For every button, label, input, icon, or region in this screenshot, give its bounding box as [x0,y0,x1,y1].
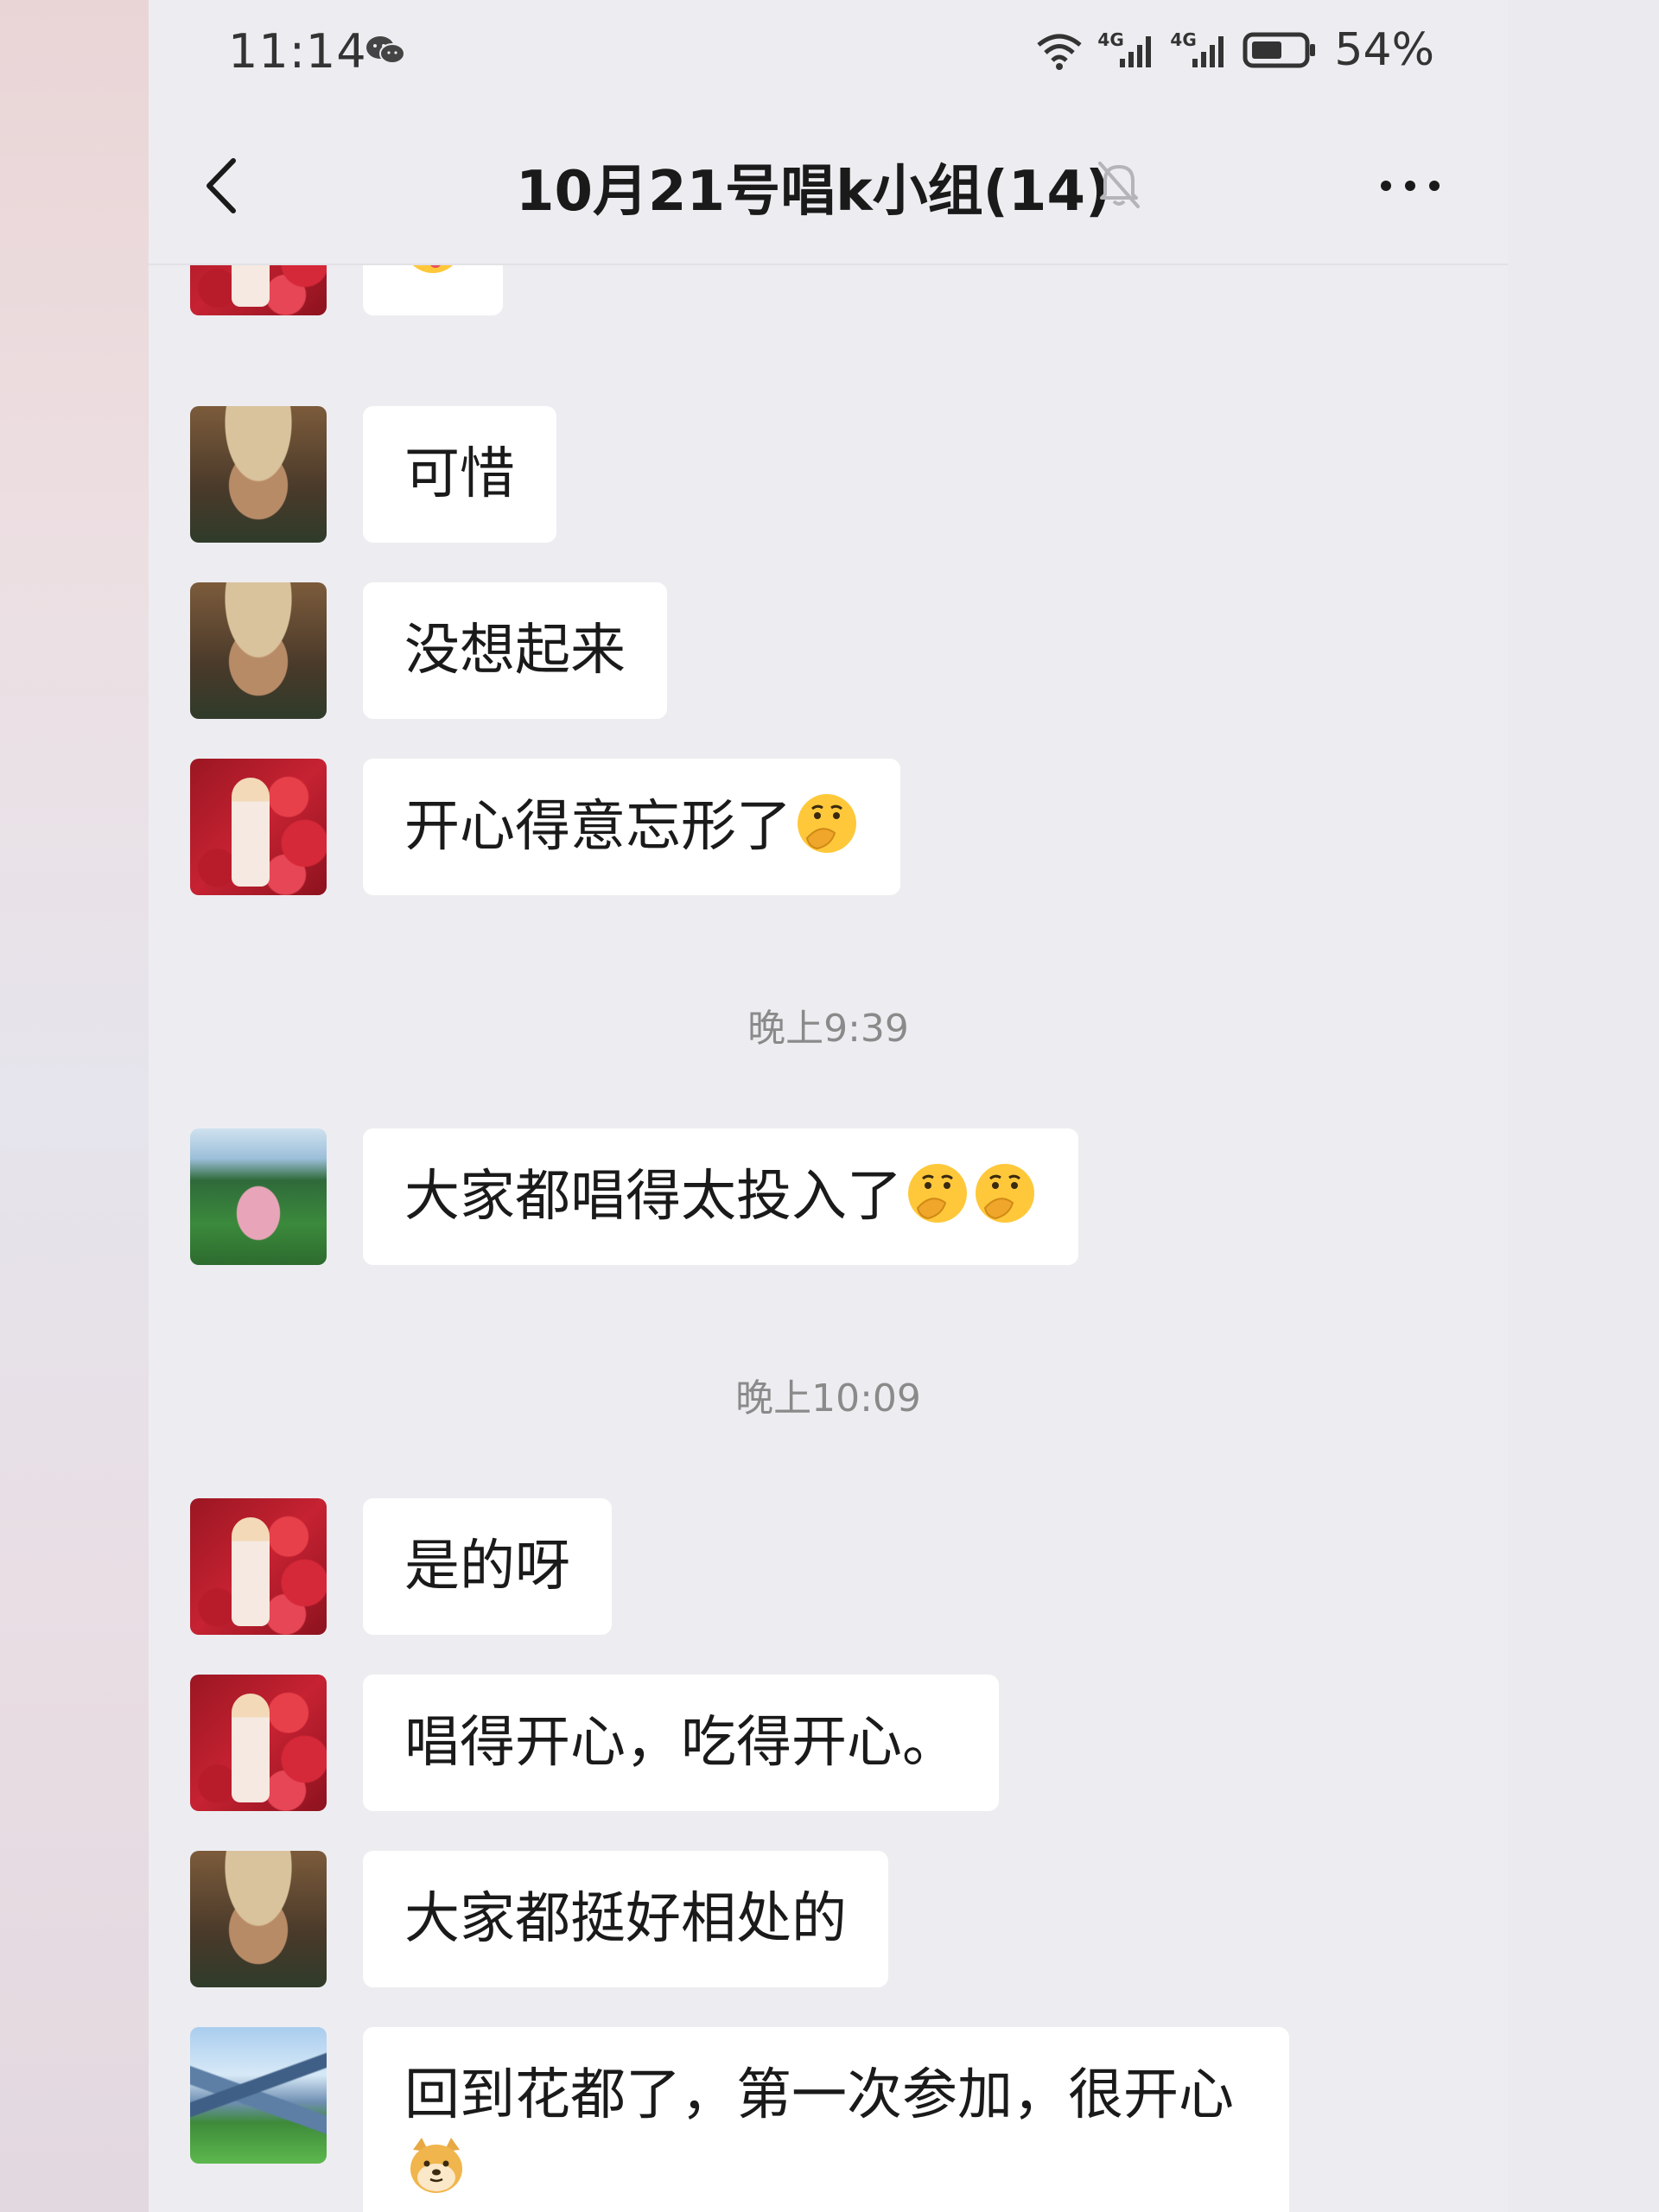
battery-icon [1243,32,1316,68]
message-row: 大家都唱得太投入了 [190,1128,1078,1265]
blurred-background-right [1508,0,1659,2212]
thinking-emoji-icon [798,794,856,853]
doge-emoji-icon [410,2138,462,2193]
avatar[interactable] [190,2027,327,2164]
message-bubble[interactable]: 大家都挺好相处的 [363,1851,888,1987]
chat-title: 10月21号唱k小组(14) [516,160,1111,224]
message-text: 开心得意忘形了 [404,795,791,859]
status-bar: 11:14 4G 4G 54% [149,0,1508,104]
chat-header: 10月21号唱k小组(14) [149,130,1508,242]
thinking-emoji-icon [976,1164,1034,1223]
message-text: 是的呀 [404,1535,570,1599]
timestamp: 晚上9:39 [747,1007,909,1051]
message-text: 回到花都了，第一次参加，很开心 [404,2063,1234,2127]
message-row: 没想起来 [190,582,667,719]
message-text: 没想起来 [404,619,626,683]
message-bubble[interactable]: 是的呀 [363,1498,612,1635]
message-row: 大家都挺好相处的 [190,1851,888,1987]
message-bubble[interactable] [363,265,503,315]
message-row: 回到花都了，第一次参加，很开心 [190,2027,1289,2212]
avatar[interactable] [190,1851,327,1987]
message-bubble[interactable]: 回到花都了，第一次参加，很开心 [363,2027,1289,2212]
message-bubble[interactable]: 唱得开心，吃得开心。 [363,1675,999,1811]
message-text: 唱得开心，吃得开心。 [404,1711,957,1775]
wifi-icon [1037,34,1083,70]
message-text: 大家都唱得太投入了 [404,1165,902,1229]
message-bubble[interactable]: 没想起来 [363,582,667,719]
message-row: 是的呀 [190,1498,612,1635]
message-bubble[interactable]: 可惜 [363,406,556,543]
message-bubble[interactable]: 开心得意忘形了 [363,759,900,895]
message-row: 开心得意忘形了 [190,759,900,895]
bell-off-icon [1098,162,1140,208]
avatar[interactable] [190,759,327,895]
signal-bars-icon [1192,36,1224,67]
avatar[interactable] [190,1498,327,1635]
chevron-left-icon[interactable] [197,156,249,216]
message-text: 可惜 [404,442,515,506]
more-dots-icon[interactable] [1376,164,1445,207]
signal-bars-icon [1120,36,1152,67]
message-row [190,265,503,315]
signal-1: 4G [1097,29,1158,71]
blurred-background-left [0,0,149,2212]
avatar[interactable] [190,406,327,543]
timestamp: 晚上10:09 [735,1376,921,1421]
message-list[interactable]: 可惜 没想起来 开心得意忘形了 晚上9:39 大家都唱得太投入了 晚上10:09… [149,265,1508,2212]
avatar[interactable] [190,1675,327,1811]
battery-percentage: 54% [1334,24,1434,76]
avatar[interactable] [190,1128,327,1265]
status-time: 11:14 [228,24,367,79]
avatar[interactable] [190,582,327,719]
wechat-icon [366,36,405,64]
phone-screen: 11:14 4G 4G 54% 10月21号唱k小组(14) 可惜 没想起来 开… [149,0,1508,2212]
thinking-emoji-icon [908,1164,967,1223]
wink-tongue-emoji-icon [412,265,454,273]
avatar[interactable] [190,265,327,315]
signal-2: 4G [1170,29,1230,71]
message-bubble[interactable]: 大家都唱得太投入了 [363,1128,1078,1265]
message-text: 大家都挺好相处的 [404,1887,847,1951]
message-row: 唱得开心，吃得开心。 [190,1675,999,1811]
status-icons: 4G 4G 54% [1033,24,1434,76]
message-row: 可惜 [190,406,556,543]
